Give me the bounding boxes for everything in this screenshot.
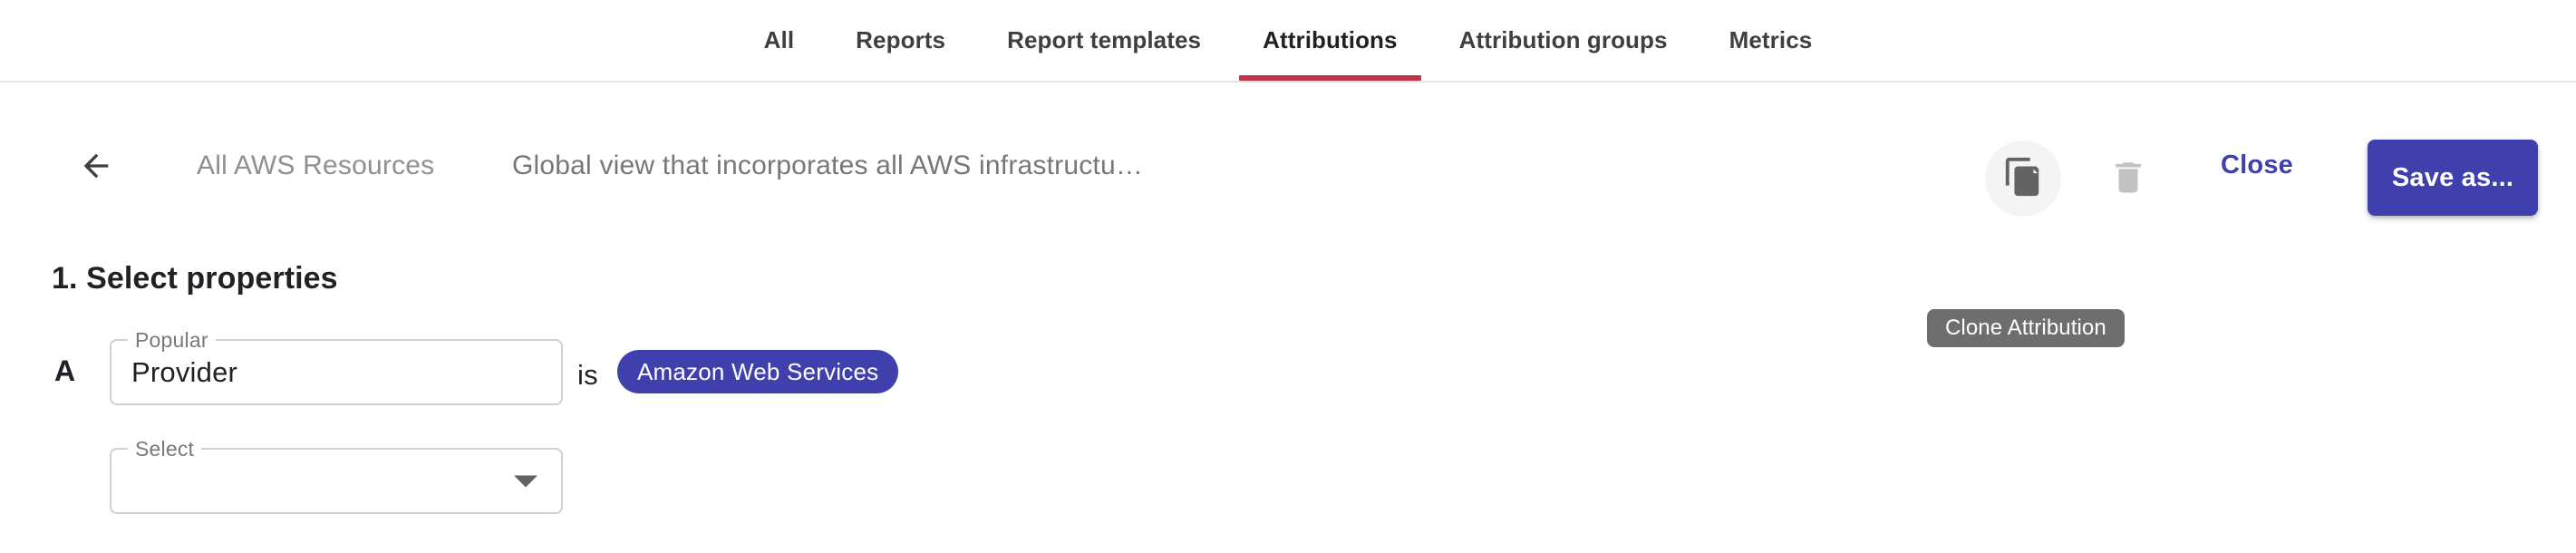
value-select-field[interactable]: Select — [110, 437, 563, 514]
tab-report-templates[interactable]: Report templates — [976, 0, 1232, 81]
delete-attribution-button[interactable] — [2090, 141, 2166, 217]
operator-label: is — [577, 359, 598, 391]
condition-row-letter: A — [54, 354, 76, 387]
attribution-name: All AWS Resources — [197, 150, 435, 180]
active-tab-indicator — [1239, 75, 1421, 81]
property-select-field[interactable]: Popular Provider — [110, 328, 563, 405]
tab-attribution-groups[interactable]: Attribution groups — [1428, 0, 1699, 81]
tab-label: Attribution groups — [1458, 26, 1668, 53]
property-field-legend: Popular — [128, 328, 216, 352]
save-as-button[interactable]: Save as... — [2368, 140, 2538, 216]
clone-attribution-tooltip: Clone Attribution — [1927, 309, 2125, 347]
property-field-value: Provider — [131, 355, 238, 388]
copy-icon — [2002, 156, 2044, 202]
tab-all[interactable]: All — [733, 0, 826, 81]
value-chip-amazon-web-services[interactable]: Amazon Web Services — [617, 350, 899, 393]
arrow-left-icon — [78, 148, 114, 184]
clone-attribution-button[interactable] — [1985, 141, 2061, 217]
tab-list: All Reports Report templates Attribution… — [0, 0, 2576, 81]
back-button[interactable] — [74, 144, 118, 188]
top-tab-bar: All Reports Report templates Attribution… — [0, 0, 2576, 82]
close-button[interactable]: Close — [2221, 150, 2293, 180]
value-field-legend: Select — [128, 437, 202, 461]
attribution-header: All AWS Resources Global view that incor… — [0, 82, 2576, 347]
tab-label: Attributions — [1263, 26, 1398, 53]
tab-label: All — [763, 26, 795, 53]
tab-label: Metrics — [1729, 26, 1813, 53]
tab-reports[interactable]: Reports — [825, 0, 976, 81]
tab-label: Report templates — [1007, 26, 1202, 53]
attribution-description: Global view that incorporates all AWS in… — [512, 150, 1144, 180]
tab-attributions[interactable]: Attributions — [1232, 0, 1428, 81]
chevron-down-icon[interactable] — [514, 475, 537, 487]
trash-icon — [2109, 158, 2147, 200]
section-title-select-properties: 1. Select properties — [52, 261, 338, 296]
tab-metrics[interactable]: Metrics — [1699, 0, 1844, 81]
tab-label: Reports — [856, 26, 946, 53]
